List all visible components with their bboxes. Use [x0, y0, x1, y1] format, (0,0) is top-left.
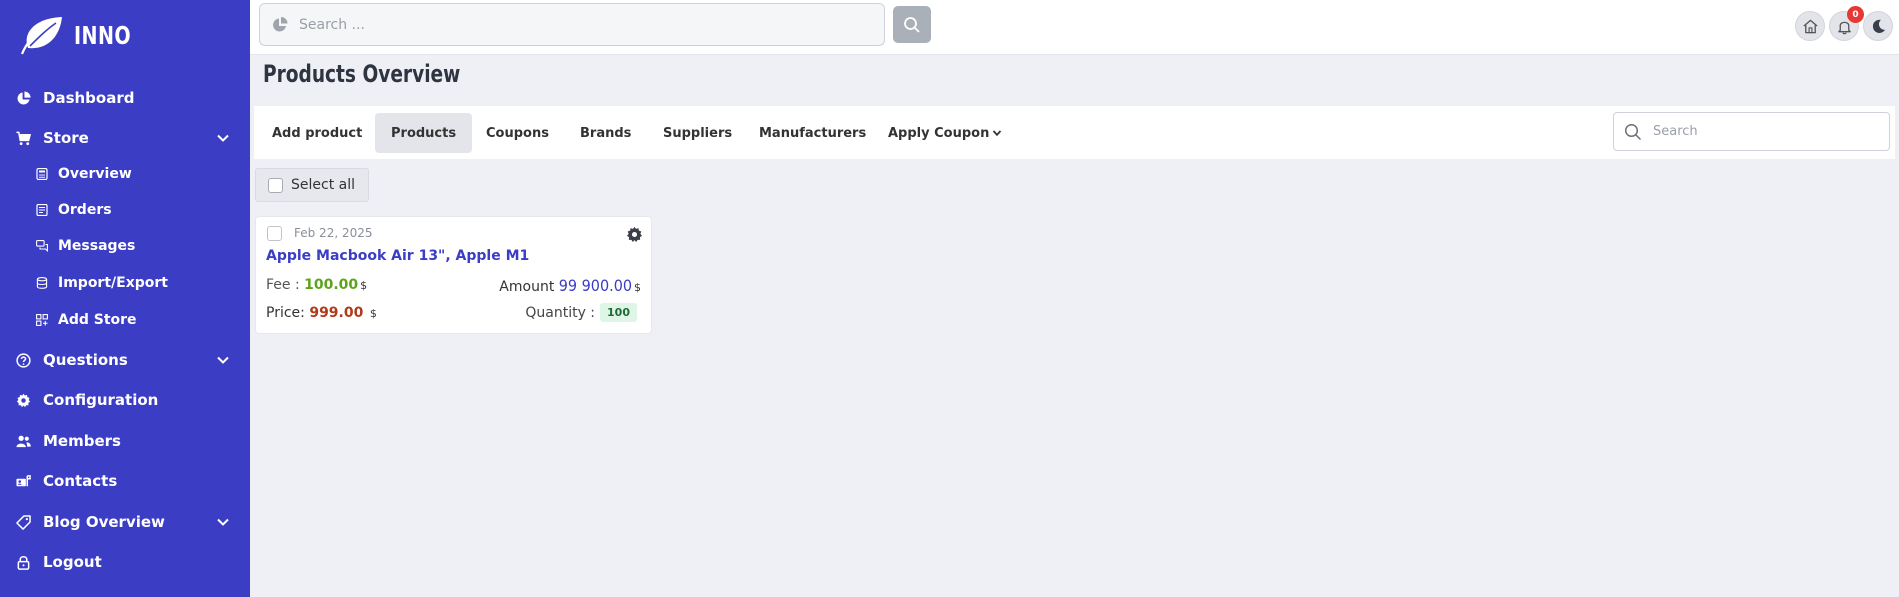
sidebar-subitem-import-export[interactable]: Import/Export	[0, 268, 250, 298]
price-value: 999.00	[309, 305, 364, 321]
contacts-icon	[15, 473, 31, 489]
grid-plus-icon	[36, 314, 48, 326]
sidebar-subitem-label: Add Store	[58, 312, 137, 328]
amount-currency: $	[634, 281, 641, 294]
home-icon	[1802, 18, 1818, 33]
sidebar-subitem-label: Overview	[58, 166, 132, 182]
brand-name: INNO	[74, 20, 132, 50]
fee-value: 100.00	[304, 277, 359, 293]
quantity-badge: 100	[600, 303, 637, 322]
search-icon	[904, 16, 920, 33]
gear-icon[interactable]	[626, 226, 643, 243]
sidebar-item-label: Questions	[43, 351, 128, 369]
notifications-button[interactable]: 0	[1829, 6, 1864, 41]
cart-icon	[15, 130, 31, 146]
home-button[interactable]	[1795, 11, 1825, 41]
sidebar-item-logout[interactable]: Logout	[0, 545, 250, 579]
pie-chart-icon	[15, 90, 31, 106]
moon-icon	[1872, 19, 1885, 33]
tab-suppliers[interactable]: Suppliers	[647, 113, 748, 153]
sidebar-subitem-orders[interactable]: Orders	[0, 195, 250, 225]
chevron-down-icon	[217, 134, 229, 142]
tab-coupons[interactable]: Coupons	[470, 113, 565, 153]
tab-products[interactable]: Products	[375, 113, 473, 153]
sidebar-subitem-add-store[interactable]: Add Store	[0, 305, 250, 335]
sidebar-subitem-label: Import/Export	[58, 275, 168, 291]
sidebar-item-blog-overview[interactable]: Blog Overview	[0, 505, 250, 539]
products-search[interactable]	[1613, 112, 1890, 151]
sidebar-item-label: Members	[43, 432, 121, 450]
tab-apply-coupon[interactable]: Apply Coupon	[872, 113, 1018, 153]
sidebar-item-label: Contacts	[43, 472, 118, 490]
question-icon	[15, 352, 31, 368]
sidebar-subitem-overview[interactable]: Overview	[0, 159, 250, 189]
chevron-down-icon	[217, 518, 229, 526]
sidebar-item-dashboard[interactable]: Dashboard	[0, 81, 250, 115]
search-icon	[1624, 123, 1642, 140]
amount-label: Amount	[499, 279, 555, 295]
price-currency: $	[369, 307, 377, 320]
tab-manufacturers[interactable]: Manufacturers	[743, 113, 882, 153]
leaf-logo-icon	[20, 17, 63, 55]
dark-mode-toggle[interactable]	[1863, 11, 1893, 41]
pie-chart-icon	[273, 16, 288, 31]
search-button[interactable]	[893, 6, 931, 43]
product-amount: Amount 99 900.00 $	[499, 276, 641, 295]
chevron-down-icon	[993, 130, 1002, 137]
orders-icon	[36, 204, 48, 216]
product-date: Feb 22, 2025	[294, 226, 373, 240]
sidebar-item-label: Store	[43, 129, 89, 147]
fee-label: Fee :	[266, 277, 300, 293]
notification-badge: 0	[1847, 6, 1864, 23]
select-all[interactable]: Select all	[255, 168, 369, 202]
product-fee: Fee : 100.00 $	[266, 277, 367, 293]
tag-icon	[15, 514, 31, 530]
tabs-bar: Add product Products Coupons Brands Supp…	[254, 106, 1895, 159]
sidebar-subitem-label: Orders	[58, 202, 112, 218]
calculator-icon	[36, 168, 48, 180]
chevron-down-icon	[217, 356, 229, 364]
product-card: Feb 22, 2025 Apple Macbook Air 13", Appl…	[255, 216, 652, 334]
product-checkbox[interactable]	[267, 226, 282, 241]
sidebar-item-label: Blog Overview	[43, 513, 165, 531]
quantity-label: Quantity :	[525, 304, 596, 321]
select-all-checkbox[interactable]	[268, 177, 283, 193]
tab-apply-coupon-label: Apply Coupon	[888, 125, 990, 141]
users-icon	[15, 433, 31, 449]
products-search-input[interactable]	[1653, 124, 1883, 139]
page-title: Products Overview	[263, 60, 461, 88]
tab-add-product[interactable]: Add product	[256, 113, 378, 153]
product-price: Price: 999.00 $	[266, 305, 377, 321]
product-quantity: Quantity : 100	[525, 303, 637, 322]
global-search[interactable]	[259, 3, 885, 46]
sidebar-item-members[interactable]: Members	[0, 424, 250, 458]
database-icon	[36, 277, 48, 289]
sidebar-item-store[interactable]: Store	[0, 121, 250, 155]
lock-icon	[15, 554, 31, 570]
sidebar-item-label: Logout	[43, 553, 102, 571]
sidebar: INNO Dashboard Store Overview Orders Mes…	[0, 0, 250, 597]
sidebar-item-questions[interactable]: Questions	[0, 343, 250, 377]
sidebar-item-label: Configuration	[43, 391, 159, 409]
product-title[interactable]: Apple Macbook Air 13", Apple M1	[266, 248, 529, 264]
messages-icon	[36, 240, 48, 252]
select-all-label: Select all	[291, 177, 355, 193]
price-label: Price:	[266, 305, 305, 321]
sidebar-subitem-label: Messages	[58, 238, 136, 254]
sidebar-subitem-messages[interactable]: Messages	[0, 231, 250, 261]
topbar: 0	[250, 0, 1899, 55]
sidebar-item-label: Dashboard	[43, 89, 135, 107]
sidebar-item-configuration[interactable]: Configuration	[0, 383, 250, 417]
fee-currency: $	[360, 279, 368, 292]
global-search-input[interactable]	[299, 16, 859, 33]
sidebar-item-contacts[interactable]: Contacts	[0, 464, 250, 498]
tab-brands[interactable]: Brands	[564, 113, 647, 153]
brand[interactable]: INNO	[0, 0, 250, 70]
amount-value: 99 900.00	[558, 276, 632, 295]
gear-icon	[15, 392, 31, 408]
